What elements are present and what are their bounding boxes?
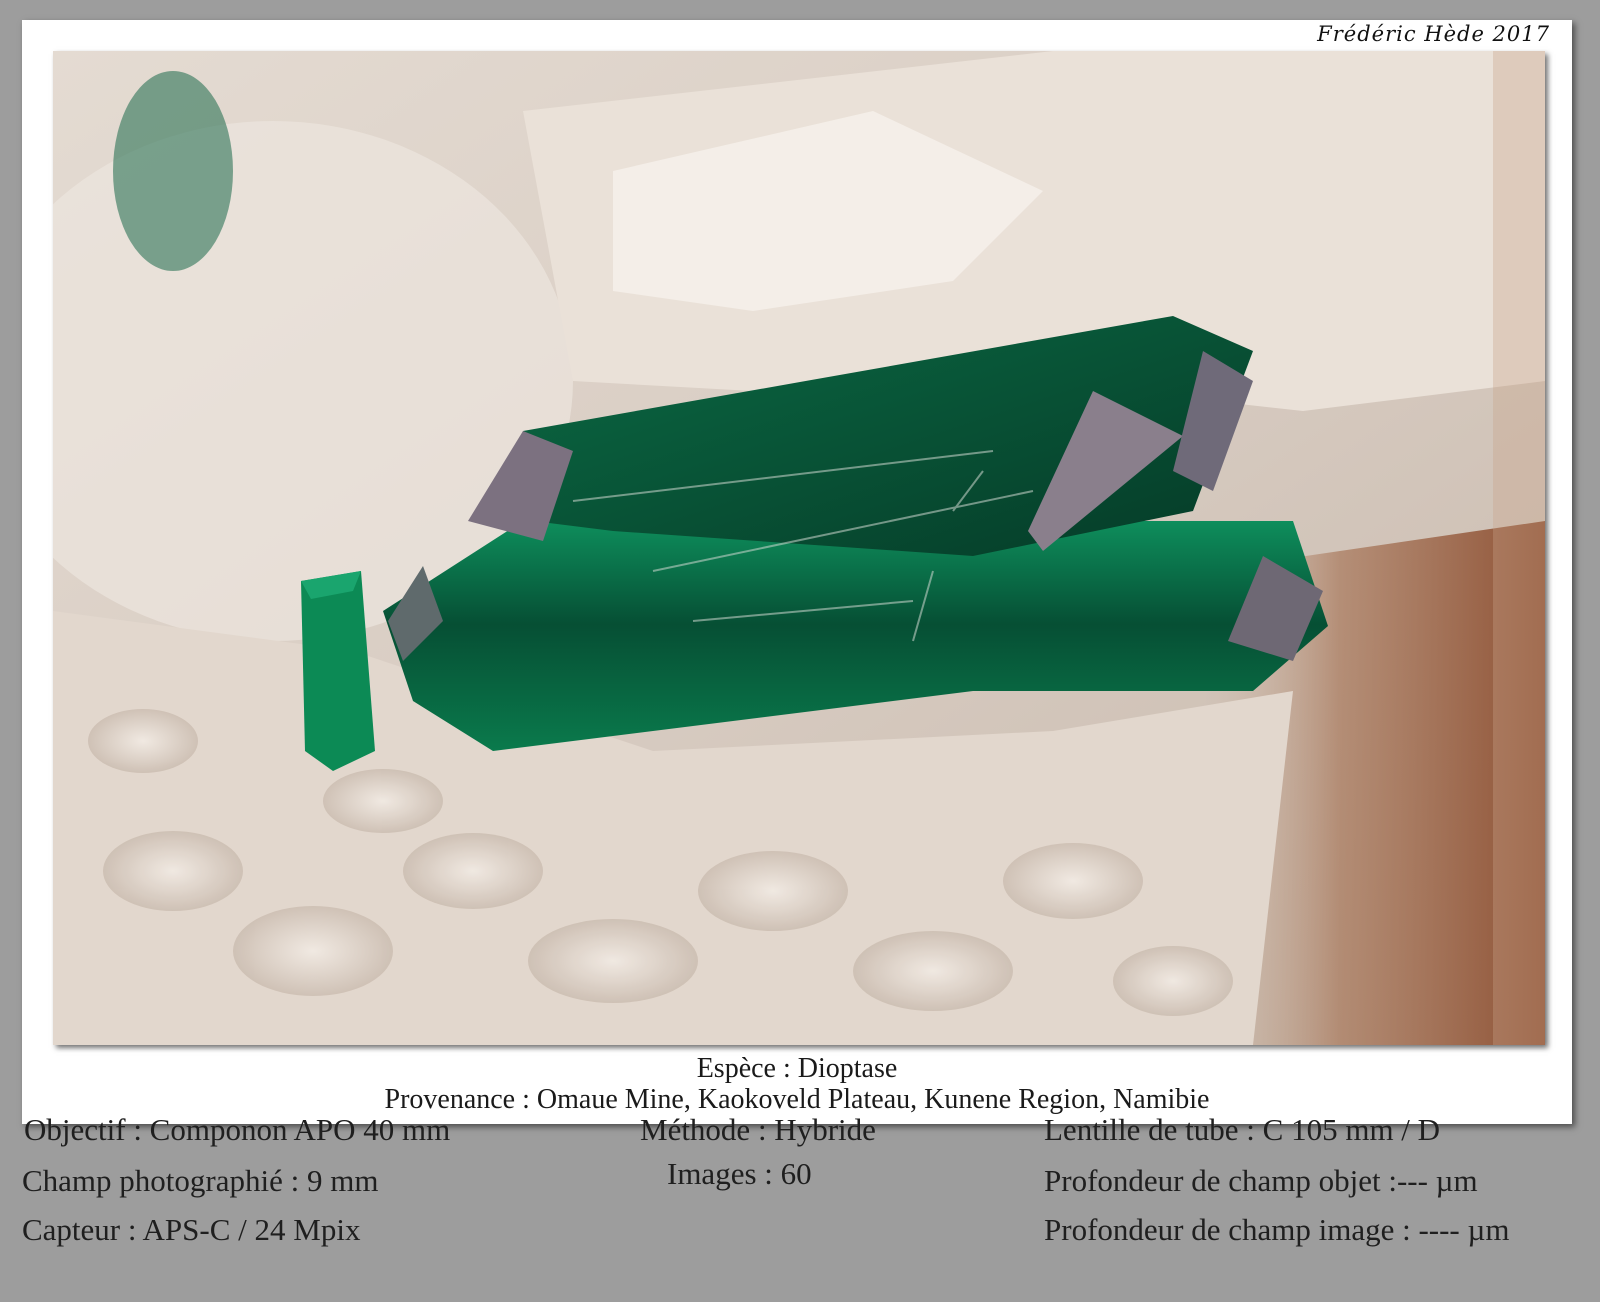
meta-champ: Champ photographié : 9 mm <box>22 1163 379 1198</box>
meta-images: Images : 60 <box>667 1156 812 1191</box>
photo-card: Frédéric Hède 2017 Espèce: Dioptase Pro… <box>22 20 1572 1124</box>
dioptase-specimen-image <box>53 51 1545 1045</box>
provenance-caption: Provenance : Omaue Mine, Kaokoveld Plate… <box>384 1084 1210 1115</box>
meta-profondeur-image: Profondeur de champ image : ---- µm <box>1044 1212 1510 1247</box>
mineral-photograph <box>53 51 1545 1045</box>
meta-capteur: Capteur : APS-C / 24 Mpix <box>22 1212 361 1247</box>
meta-objectif: Objectif : Componon APO 40 mm <box>24 1112 451 1147</box>
meta-lentille: Lentille de tube : C 105 mm / D <box>1044 1112 1441 1147</box>
photographer-signature: Frédéric Hède 2017 <box>1317 22 1550 46</box>
meta-profondeur-objet: Profondeur de champ objet :--- µm <box>1044 1163 1478 1198</box>
species-caption: Espèce : Dioptase <box>696 1053 898 1084</box>
meta-methode: Méthode : Hybride <box>640 1112 876 1147</box>
